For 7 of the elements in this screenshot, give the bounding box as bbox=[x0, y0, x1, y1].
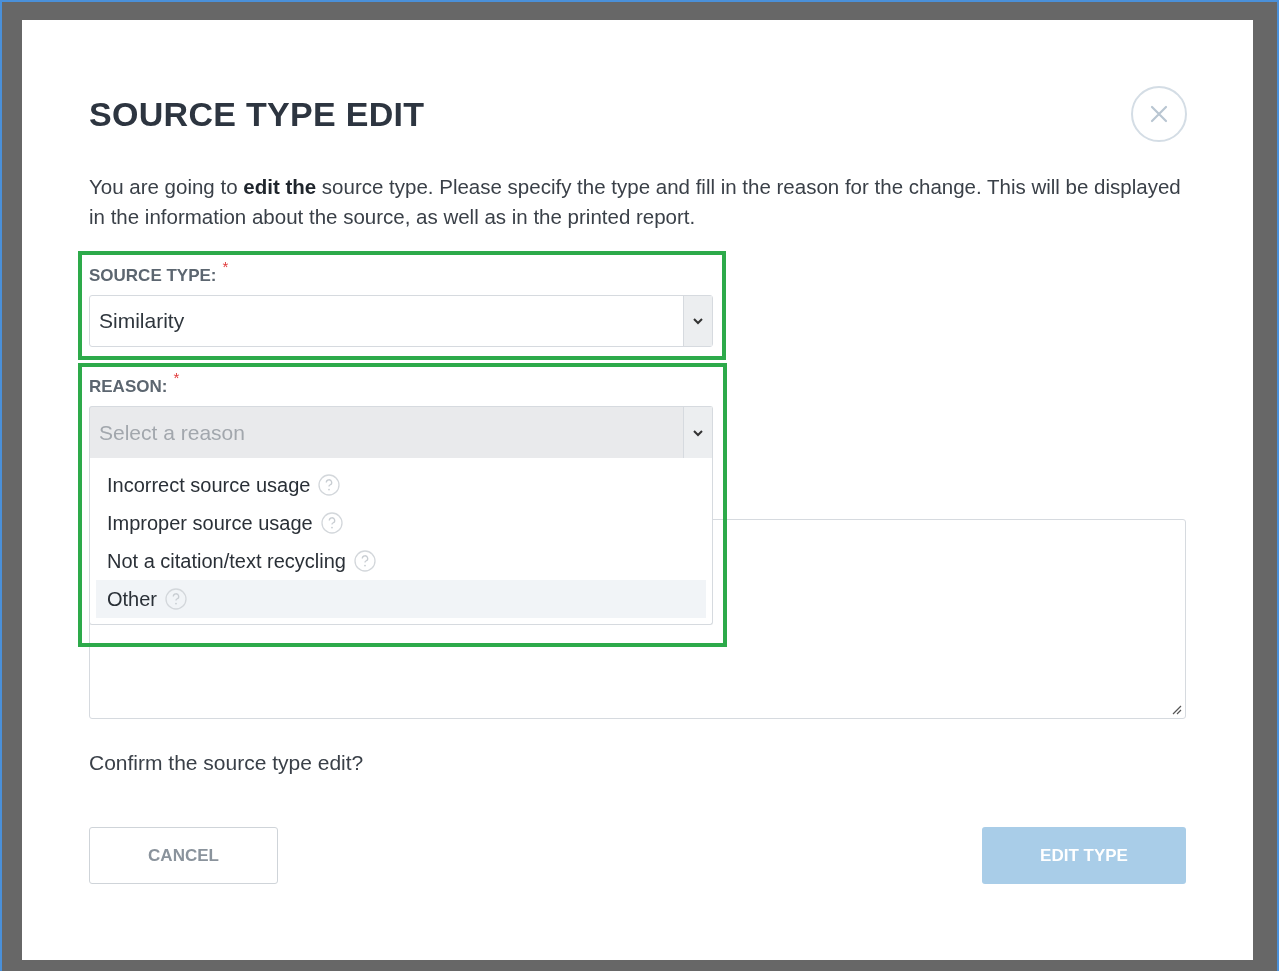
dialog-description: You are going to edit the source type. Please specify the type and fill in the reason for the change. This will be displayed in the information about the source, as well as in the printed report. bbox=[89, 174, 1182, 230]
dialog-title: SOURCE TYPE EDIT bbox=[89, 94, 425, 134]
field-label: SOURCE TYPE: bbox=[89, 266, 217, 286]
required-mark: * bbox=[222, 258, 229, 275]
confirm-question: Confirm the source type edit? bbox=[89, 751, 365, 775]
field-label: REASON: bbox=[89, 377, 168, 397]
required-mark: * bbox=[173, 369, 180, 386]
